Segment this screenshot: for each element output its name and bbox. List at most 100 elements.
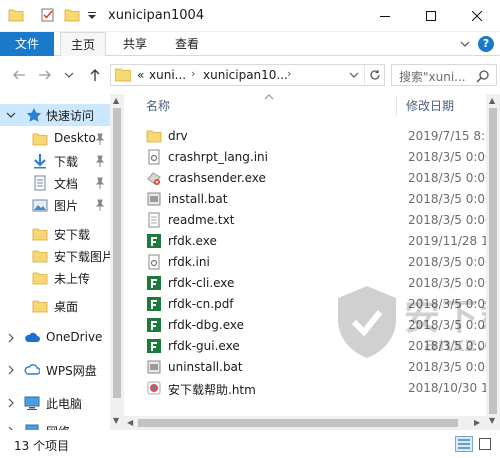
tab-share[interactable]: 共享 bbox=[112, 32, 158, 56]
scrollbar-thumb[interactable] bbox=[489, 108, 497, 414]
search-box[interactable]: 搜索"xuni... bbox=[391, 64, 497, 86]
new-folder-icon[interactable] bbox=[64, 7, 80, 23]
file-row[interactable]: 安下载帮助.htm 2018/10/30 18:4 bbox=[144, 378, 500, 399]
scroll-up-icon[interactable]: ▲ bbox=[113, 96, 119, 105]
address-dropdown-button[interactable] bbox=[344, 65, 364, 85]
scroll-left-icon[interactable]: ◀ bbox=[127, 418, 133, 427]
column-header-name[interactable]: 名称 bbox=[146, 94, 170, 118]
nav-item-desktop-cn[interactable]: 桌面 bbox=[0, 295, 124, 317]
file-name: rfdk-cn.pdf bbox=[168, 297, 234, 311]
close-button[interactable] bbox=[454, 0, 500, 32]
chevron-down-icon bbox=[64, 72, 74, 78]
address-segment[interactable]: xuni... bbox=[149, 68, 186, 82]
file-row[interactable]: rfdk-cn.pdf 2018/3/5 0:00 bbox=[144, 294, 500, 315]
help-button[interactable]: ? bbox=[478, 36, 494, 52]
column-header-date[interactable]: 修改日期 bbox=[406, 94, 454, 118]
nav-item-this-pc[interactable]: 此电脑 bbox=[0, 392, 124, 414]
nav-item-anxz-pictures[interactable]: 安下载图片 bbox=[0, 245, 124, 267]
chevron-right-icon[interactable] bbox=[6, 397, 16, 409]
file-row[interactable]: rfdk-dbg.exe 2018/3/5 0:00 bbox=[144, 315, 500, 336]
nav-item-label: 下载 bbox=[54, 155, 79, 169]
back-button[interactable] bbox=[10, 66, 28, 84]
file-date: 2018/3/5 0:00 bbox=[408, 297, 493, 311]
nav-item-anxz[interactable]: 安下载 bbox=[0, 223, 124, 245]
scrollbar-thumb[interactable] bbox=[138, 419, 458, 427]
up-button[interactable] bbox=[86, 66, 104, 84]
picture-icon bbox=[32, 199, 48, 212]
chevron-down-icon[interactable] bbox=[459, 38, 471, 50]
minimize-button[interactable] bbox=[362, 0, 408, 32]
scrollbar-thumb[interactable] bbox=[113, 108, 121, 398]
nav-item-label: 安下载 bbox=[54, 228, 91, 242]
details-view-button[interactable] bbox=[455, 436, 473, 452]
file-row[interactable]: readme.txt 2018/3/5 0:00 bbox=[144, 210, 500, 231]
file-row[interactable]: drv 2019/7/15 8:33 bbox=[144, 126, 500, 147]
nav-item-onedrive[interactable]: OneDrive bbox=[0, 327, 124, 349]
file-name: rfdk.exe bbox=[168, 234, 217, 248]
rfdk-exe-icon bbox=[147, 339, 161, 353]
scroll-up-icon[interactable]: ▲ bbox=[489, 96, 495, 105]
column-divider[interactable] bbox=[396, 96, 397, 116]
forward-button[interactable] bbox=[36, 66, 54, 84]
address-separator[interactable]: › bbox=[287, 67, 291, 80]
nav-item-documents[interactable]: 文档 bbox=[0, 172, 124, 194]
file-row[interactable]: rfdk.ini 2018/3/5 0:00 bbox=[144, 252, 500, 273]
file-row[interactable]: install.bat 2018/3/5 0:00 bbox=[144, 189, 500, 210]
tab-home[interactable]: 主页 bbox=[60, 32, 106, 57]
nav-item-quick-access[interactable]: 快速访问 bbox=[0, 104, 124, 126]
address-separator[interactable]: › bbox=[191, 67, 195, 80]
pin-icon[interactable] bbox=[95, 177, 105, 189]
nav-item-label: 文档 bbox=[54, 177, 79, 191]
nav-item-downloads[interactable]: 下载 bbox=[0, 150, 124, 172]
nav-item-pictures[interactable]: 图片 bbox=[0, 194, 124, 216]
address-bar[interactable]: « xuni... › xunicipan10... › bbox=[110, 64, 385, 86]
refresh-button[interactable] bbox=[364, 65, 384, 85]
file-name: crashrpt_lang.ini bbox=[168, 150, 268, 164]
search-input[interactable]: 搜索"xuni... bbox=[399, 68, 473, 85]
search-icon[interactable] bbox=[476, 69, 490, 83]
cloud-icon bbox=[24, 364, 40, 375]
tab-view[interactable]: 查看 bbox=[164, 32, 210, 56]
nav-item-label: 网络 bbox=[46, 423, 70, 430]
address-overflow[interactable]: « bbox=[137, 68, 144, 82]
nav-item-label: 安下载图片 bbox=[54, 250, 115, 264]
nav-item-desktop[interactable]: Deskto bbox=[0, 128, 124, 150]
customize-qat-icon[interactable] bbox=[84, 7, 100, 23]
file-row[interactable]: rfdk-gui.exe 2018/3/5 0:00 bbox=[144, 336, 500, 357]
nav-item-not-uploaded[interactable]: 未上传 bbox=[0, 267, 124, 289]
scroll-down-icon[interactable]: ▼ bbox=[489, 416, 495, 425]
folder-icon[interactable] bbox=[8, 7, 24, 23]
maximize-icon bbox=[426, 11, 436, 21]
chevron-right-icon[interactable] bbox=[6, 364, 16, 376]
tab-file[interactable]: 文件 bbox=[0, 32, 54, 56]
scroll-right-icon[interactable]: ▶ bbox=[474, 418, 480, 427]
pin-icon[interactable] bbox=[95, 133, 105, 145]
nav-item-label: 快速访问 bbox=[46, 109, 95, 123]
file-row[interactable]: crashrpt_lang.ini 2018/3/5 0:00 bbox=[144, 147, 500, 168]
horizontal-scrollbar[interactable]: ◀ ▶ bbox=[124, 416, 486, 430]
large-icons-view-button[interactable] bbox=[476, 436, 494, 452]
file-row[interactable]: uninstall.bat 2018/3/5 0:00 bbox=[144, 357, 500, 378]
navpane-scrollbar[interactable]: ▲ ▼ bbox=[110, 94, 124, 430]
nav-item-wps[interactable]: WPS网盘 bbox=[0, 359, 124, 381]
maximize-button[interactable] bbox=[408, 0, 454, 32]
chevron-down-icon[interactable] bbox=[6, 109, 16, 121]
file-row[interactable]: rfdk.exe 2019/11/28 14:5 bbox=[144, 231, 500, 252]
window-title: xunicipan1004 bbox=[108, 8, 205, 23]
nav-item-label: WPS网盘 bbox=[46, 364, 97, 378]
recent-locations-button[interactable] bbox=[60, 66, 78, 84]
file-row[interactable]: rfdk-cli.exe 2018/3/5 0:00 bbox=[144, 273, 500, 294]
chevron-right-icon[interactable] bbox=[6, 332, 16, 344]
navigation-row: « xuni... › xunicipan10... › 搜索"xuni... bbox=[0, 56, 500, 94]
file-name: install.bat bbox=[168, 192, 228, 206]
scroll-down-icon[interactable]: ▼ bbox=[113, 416, 119, 425]
pin-icon[interactable] bbox=[95, 155, 105, 167]
content-scrollbar[interactable]: ▲ ▼ bbox=[486, 94, 500, 430]
pin-icon[interactable] bbox=[95, 199, 105, 211]
nav-item-network[interactable]: 网络 bbox=[0, 420, 124, 430]
file-row[interactable]: crashsender.exe 2018/3/5 0:00 bbox=[144, 168, 500, 189]
properties-icon[interactable] bbox=[40, 7, 56, 23]
address-segment[interactable]: xunicipan10... bbox=[203, 68, 288, 82]
refresh-icon bbox=[369, 70, 380, 80]
file-name: rfdk-dbg.exe bbox=[168, 318, 245, 332]
